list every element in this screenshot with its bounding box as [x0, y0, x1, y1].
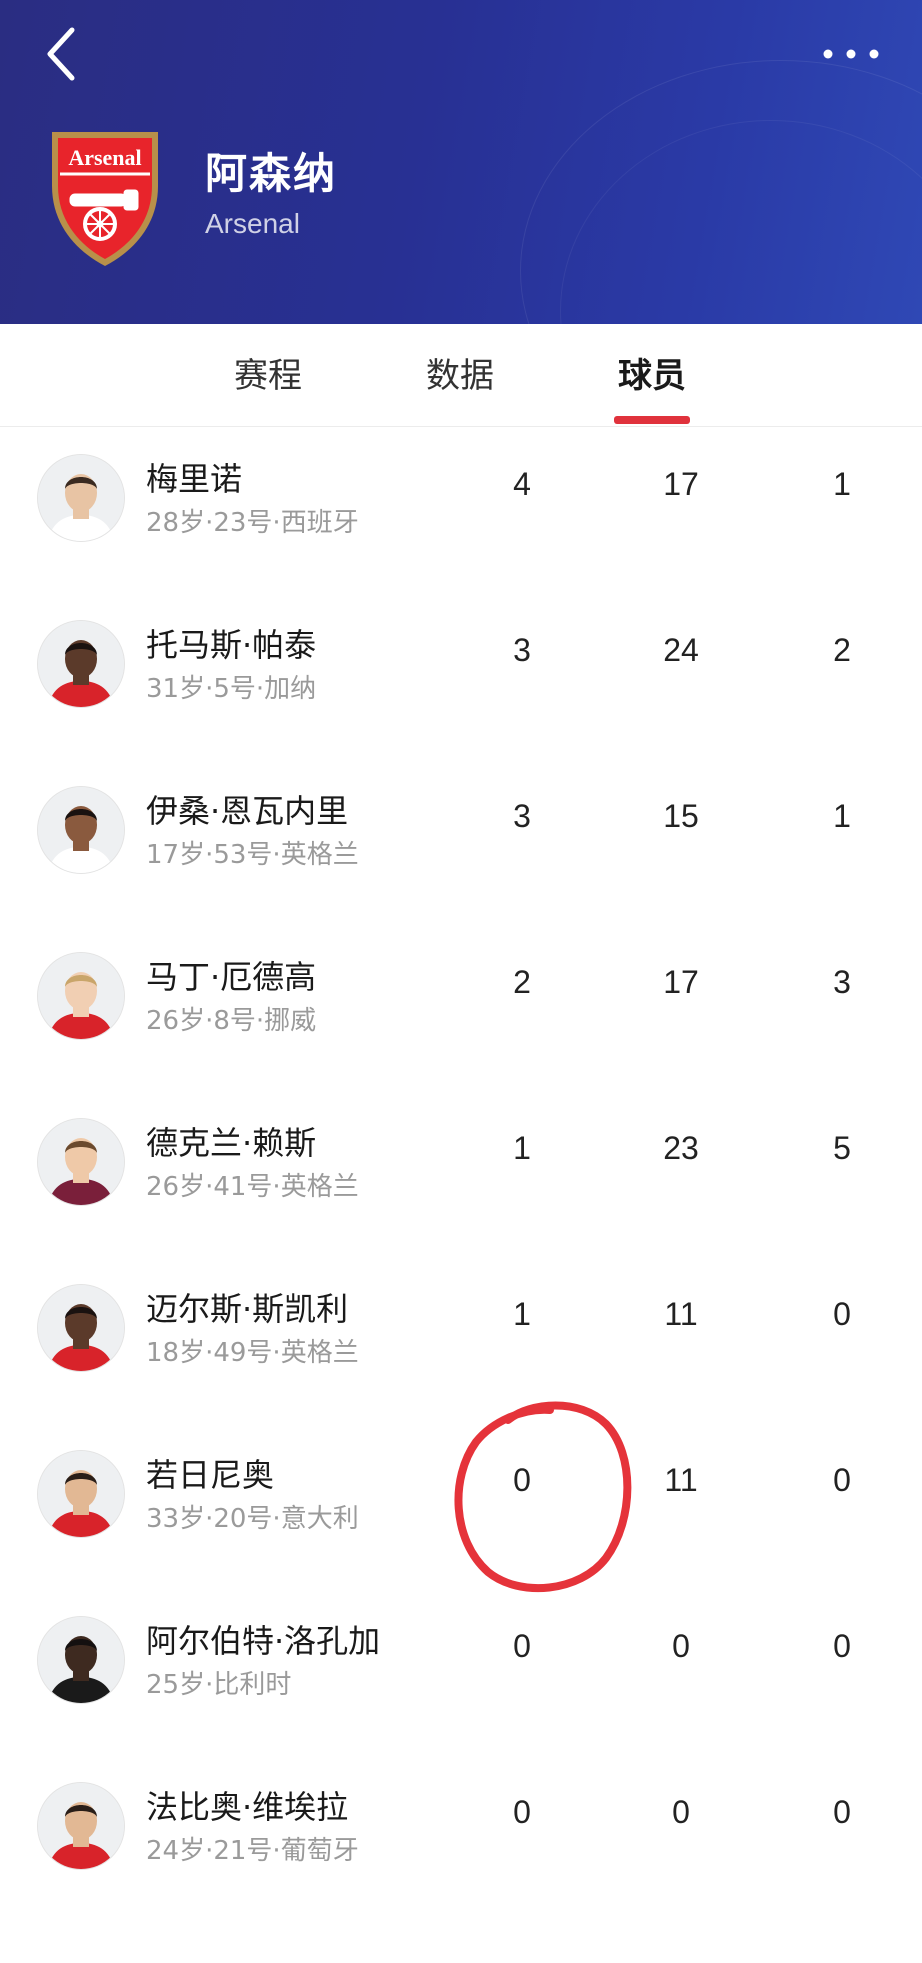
- player-name: 阿尔伯特·洛孔加: [146, 1622, 381, 1660]
- player-meta: 25岁·比利时: [146, 1670, 292, 1700]
- more-options-button[interactable]: [816, 34, 886, 74]
- player-row[interactable]: 梅里诺 28岁·23号·西班牙 4 17 1: [0, 426, 922, 592]
- player-meta: 28岁·23号·西班牙: [146, 508, 359, 538]
- player-stat-appearances: 15: [663, 798, 699, 834]
- player-meta: 24岁·21号·葡萄牙: [146, 1836, 359, 1866]
- player-meta: 26岁·41号·英格兰: [146, 1172, 359, 1202]
- player-list: 梅里诺 28岁·23号·西班牙 4 17 1 托马斯·帕泰 31岁·5号·加纳 3 24 2 伊桑·…: [0, 426, 922, 1920]
- player-stat-goals: 4: [513, 466, 531, 502]
- player-avatar: [38, 455, 124, 541]
- player-stat-assists: 1: [833, 466, 851, 502]
- player-avatar: [38, 621, 124, 707]
- player-meta: 18岁·49号·英格兰: [146, 1338, 359, 1368]
- tab-stats[interactable]: 数据: [400, 348, 520, 397]
- player-meta: 33岁·20号·意大利: [146, 1504, 359, 1534]
- player-row[interactable]: 迈尔斯·斯凯利 18岁·49号·英格兰 1 11 0: [0, 1256, 922, 1422]
- player-stat-goals: 0: [513, 1794, 531, 1830]
- player-stat-goals: 0: [513, 1462, 531, 1498]
- player-stat-goals: 2: [513, 964, 531, 1000]
- team-header: Arsenal 阿森纳 Arsenal: [0, 0, 922, 324]
- player-meta: 26岁·8号·挪威: [146, 1006, 317, 1036]
- player-name: 托马斯·帕泰: [146, 626, 317, 664]
- player-avatar: [38, 787, 124, 873]
- player-stat-assists: 0: [833, 1296, 851, 1332]
- player-stat-goals: 3: [513, 632, 531, 668]
- more-dots-icon: [823, 49, 879, 59]
- team-crest-logo: Arsenal: [44, 124, 166, 270]
- tab-schedule[interactable]: 赛程: [208, 348, 328, 397]
- player-meta: 31岁·5号·加纳: [146, 674, 317, 704]
- player-row[interactable]: 马丁·厄德高 26岁·8号·挪威 2 17 3: [0, 924, 922, 1090]
- player-avatar: [38, 953, 124, 1039]
- player-avatar: [38, 1119, 124, 1205]
- crest-text: Arsenal: [68, 145, 141, 170]
- player-stat-appearances: 11: [664, 1462, 698, 1498]
- player-avatar: [38, 1451, 124, 1537]
- player-name: 伊桑·恩瓦内里: [146, 792, 349, 830]
- back-button[interactable]: [40, 24, 84, 84]
- player-name: 迈尔斯·斯凯利: [146, 1290, 349, 1328]
- player-stat-appearances: 0: [672, 1794, 690, 1830]
- player-row[interactable]: 若日尼奥 33岁·20号·意大利 0 11 0: [0, 1422, 922, 1588]
- active-tab-indicator: [614, 416, 690, 424]
- player-stat-assists: 0: [833, 1628, 851, 1664]
- player-name: 马丁·厄德高: [146, 958, 317, 996]
- chevron-left-icon: [47, 27, 75, 81]
- player-stat-assists: 2: [833, 632, 851, 668]
- player-meta: 17岁·53号·英格兰: [146, 840, 359, 870]
- tab-bar: 赛程 数据 球员: [0, 324, 922, 427]
- player-row[interactable]: 伊桑·恩瓦内里 17岁·53号·英格兰 3 15 1: [0, 758, 922, 924]
- player-row[interactable]: 阿尔伯特·洛孔加 25岁·比利时 0 0 0: [0, 1588, 922, 1754]
- tab-players[interactable]: 球员: [592, 348, 712, 397]
- player-stat-appearances: 17: [663, 466, 699, 502]
- player-stat-goals: 0: [513, 1628, 531, 1664]
- player-avatar: [38, 1285, 124, 1371]
- player-stat-assists: 5: [833, 1130, 851, 1166]
- player-avatar: [38, 1617, 124, 1703]
- player-stat-assists: 0: [833, 1794, 851, 1830]
- player-name: 若日尼奥: [146, 1456, 275, 1494]
- player-stat-goals: 3: [513, 798, 531, 834]
- player-row[interactable]: 法比奥·维埃拉 24岁·21号·葡萄牙 0 0 0: [0, 1754, 922, 1920]
- player-stat-goals: 1: [513, 1296, 531, 1332]
- player-row[interactable]: 德克兰·赖斯 26岁·41号·英格兰 1 23 5: [0, 1090, 922, 1256]
- player-stat-appearances: 24: [663, 632, 699, 668]
- player-stat-appearances: 11: [664, 1296, 698, 1332]
- player-row[interactable]: 托马斯·帕泰 31岁·5号·加纳 3 24 2: [0, 592, 922, 758]
- player-stat-assists: 1: [833, 798, 851, 834]
- player-stat-appearances: 0: [672, 1628, 690, 1664]
- player-name: 法比奥·维埃拉: [146, 1788, 349, 1826]
- team-name-english: Arsenal: [205, 208, 300, 239]
- player-stat-goals: 1: [513, 1130, 531, 1166]
- player-name: 梅里诺: [146, 460, 243, 498]
- player-stat-appearances: 23: [663, 1130, 699, 1166]
- player-stat-appearances: 17: [663, 964, 699, 1000]
- player-stat-assists: 0: [833, 1462, 851, 1498]
- player-avatar: [38, 1783, 124, 1869]
- team-name: 阿森纳: [205, 149, 338, 198]
- player-stat-assists: 3: [833, 964, 851, 1000]
- player-name: 德克兰·赖斯: [146, 1124, 317, 1162]
